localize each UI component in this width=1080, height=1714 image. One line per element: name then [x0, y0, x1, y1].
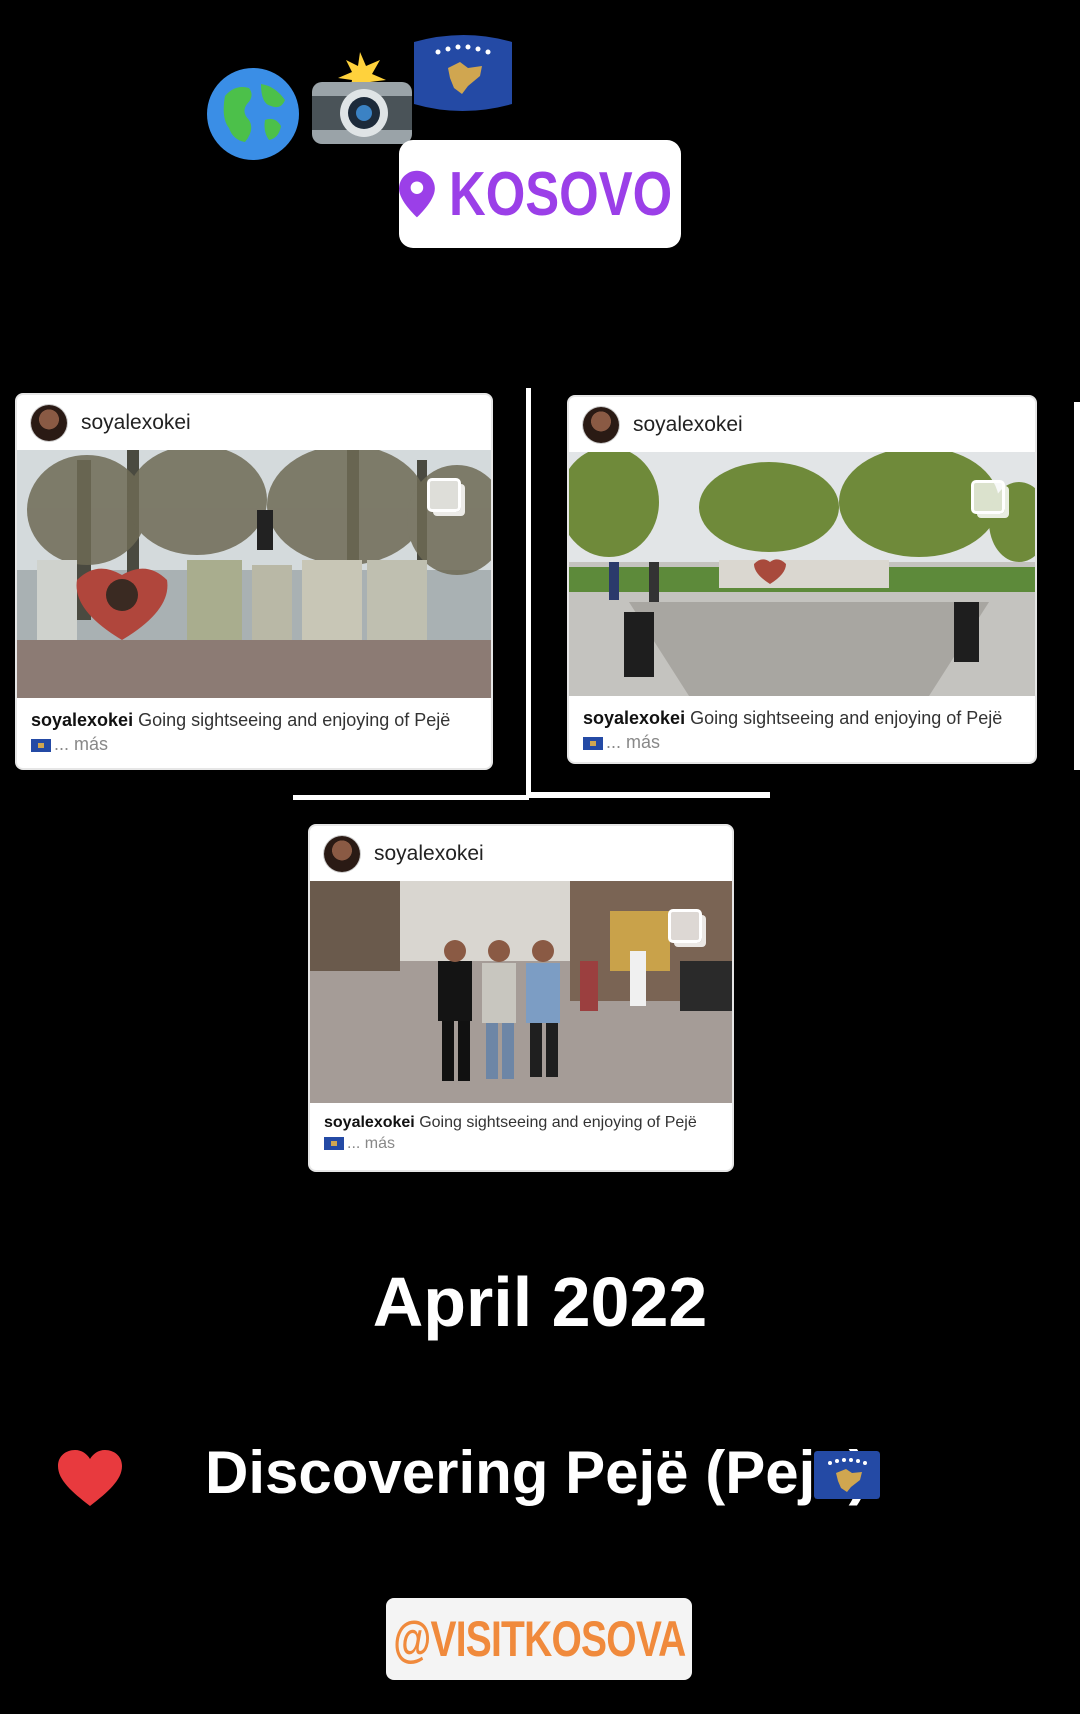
- post-photo[interactable]: [310, 881, 732, 1103]
- post-photo[interactable]: [569, 452, 1035, 696]
- post-header: soyalexokei: [17, 395, 491, 450]
- mention-sticker[interactable]: @VISITKOSOVA: [386, 1598, 692, 1680]
- post-caption: soyalexokei Going sightseeing and enjoyi…: [17, 698, 491, 756]
- post-card-1[interactable]: soyalexokei soyalexokei Going sightseein…: [17, 395, 491, 768]
- kosovo-flag-icon: [31, 738, 51, 752]
- location-sticker[interactable]: KOSOVO: [399, 140, 681, 248]
- divider-vertical: [526, 388, 531, 798]
- more-link[interactable]: ... más: [54, 734, 108, 754]
- multiple-photos-icon: [971, 480, 1005, 514]
- multiple-photos-icon: [668, 909, 702, 943]
- location-pin-icon: [399, 170, 435, 218]
- caption-text: Going sightseeing and enjoying of Pejë: [419, 1114, 697, 1131]
- post-caption: soyalexokei Going sightseeing and enjoyi…: [310, 1103, 732, 1154]
- headline-text: Discovering Pejë (Peja): [205, 1439, 869, 1506]
- caption-username[interactable]: soyalexokei: [583, 708, 685, 728]
- kosovo-flag-icon: [324, 1137, 344, 1151]
- caption-text: Going sightseeing and enjoying of Pejë: [138, 710, 451, 730]
- post-photo[interactable]: [17, 450, 491, 698]
- date-heading: April 2022: [372, 1263, 708, 1341]
- divider-edge-right: [1074, 402, 1080, 770]
- post-username[interactable]: soyalexokei: [374, 842, 484, 866]
- photo-park-square: [569, 452, 1035, 696]
- multiple-photos-icon: [427, 478, 461, 512]
- photo-peja-sign: [17, 450, 491, 698]
- post-username[interactable]: soyalexokei: [81, 411, 191, 435]
- post-card-2[interactable]: soyalexokei soyalexokei Going sightseein…: [569, 397, 1035, 762]
- more-link[interactable]: ... más: [347, 1135, 395, 1152]
- caption-username[interactable]: soyalexokei: [31, 710, 133, 730]
- post-header: soyalexokei: [569, 397, 1035, 452]
- avatar[interactable]: [583, 406, 619, 443]
- avatar[interactable]: [324, 835, 360, 872]
- avatar[interactable]: [31, 404, 67, 441]
- post-caption: soyalexokei Going sightseeing and enjoyi…: [569, 696, 1035, 754]
- red-heart-icon: [58, 1450, 122, 1506]
- kosovo-flag-icon: [583, 736, 603, 750]
- post-card-3[interactable]: soyalexokei soyalexokei Going sightseein…: [310, 826, 732, 1170]
- post-username[interactable]: soyalexokei: [633, 413, 743, 437]
- divider-horizontal-left: [293, 795, 529, 800]
- more-link[interactable]: ... más: [606, 732, 660, 752]
- kosovo-flag-icon: [814, 1451, 880, 1499]
- divider-horizontal-right: [530, 792, 770, 798]
- location-label: KOSOVO: [448, 159, 673, 229]
- caption-text: Going sightseeing and enjoying of Pejë: [690, 708, 1003, 728]
- globe-icon: [205, 66, 301, 177]
- post-header: soyalexokei: [310, 826, 732, 881]
- mention-label: @VISITKOSOVA: [392, 1611, 686, 1667]
- caption-username[interactable]: soyalexokei: [324, 1114, 415, 1131]
- kosovo-flag-icon: [408, 28, 518, 133]
